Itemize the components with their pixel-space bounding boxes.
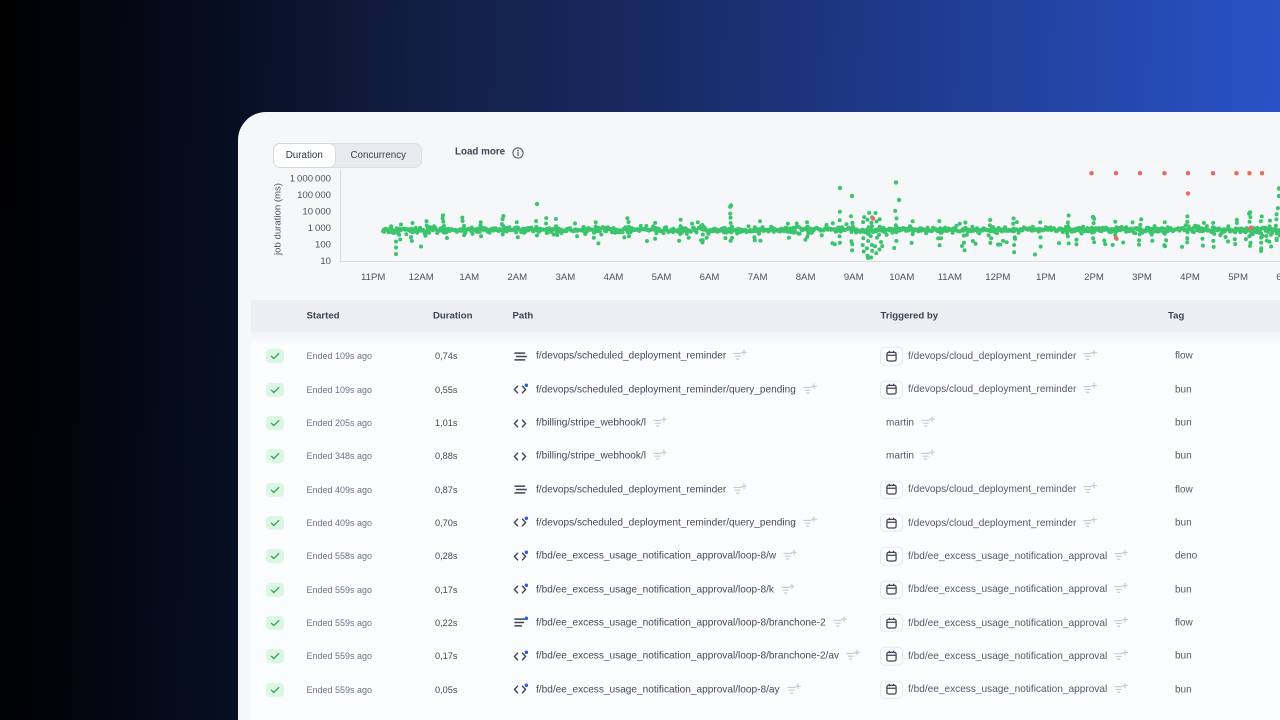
svg-text:2PM: 2PM [1084,272,1104,283]
svg-text:5PM: 5PM [1228,272,1248,283]
svg-text:10AM: 10AM [889,272,914,283]
svg-text:7AM: 7AM [748,272,768,283]
svg-text:12PM: 12PM [985,272,1010,283]
svg-text:4AM: 4AM [604,272,624,283]
svg-text:6PM: 6PM [1276,272,1280,283]
svg-text:1AM: 1AM [459,272,479,283]
svg-text:10 000: 10 000 [302,206,331,217]
svg-text:2AM: 2AM [507,272,527,283]
svg-text:1 000 000: 1 000 000 [290,173,331,184]
svg-text:6AM: 6AM [700,272,720,283]
svg-text:100: 100 [315,240,331,251]
svg-text:1 000: 1 000 [308,223,331,234]
svg-text:1PM: 1PM [1036,272,1056,283]
svg-text:100 000: 100 000 [297,190,331,201]
svg-text:11PM: 11PM [361,272,385,283]
svg-text:10: 10 [320,256,331,267]
svg-text:3AM: 3AM [556,272,576,283]
svg-text:11AM: 11AM [938,272,962,283]
svg-text:4PM: 4PM [1180,272,1200,283]
svg-text:9AM: 9AM [844,272,864,283]
svg-text:8AM: 8AM [796,272,816,283]
svg-text:12AM: 12AM [409,272,434,283]
svg-text:5AM: 5AM [652,272,672,283]
svg-text:job duration (ms): job duration (ms) [273,183,284,256]
svg-text:3PM: 3PM [1132,272,1152,283]
